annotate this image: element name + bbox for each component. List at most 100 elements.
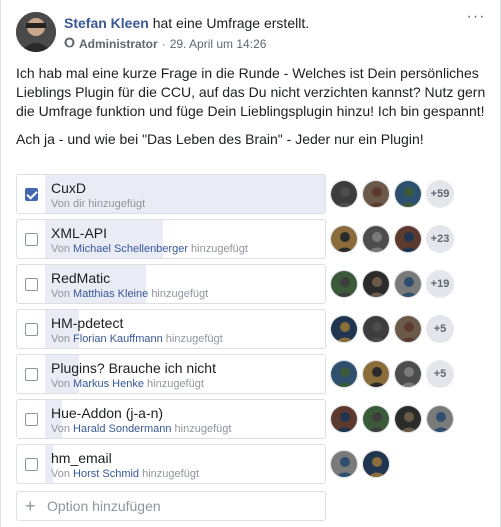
poll-option: XML-API Von Michael Schellenberger hinzug…: [16, 219, 486, 259]
added-by-suffix: hinzugefügt: [191, 243, 248, 255]
voter-avatar[interactable]: [330, 270, 358, 298]
added-by-name[interactable]: Michael Schellenberger: [73, 243, 188, 255]
option-label: XML-API: [51, 225, 108, 241]
poll-option: hm_email Von Horst Schmid hinzugefügt: [16, 444, 486, 484]
add-option-field[interactable]: +: [16, 491, 326, 521]
added-by-suffix: hinzugefügt: [165, 333, 223, 345]
more-voters-count[interactable]: +19: [426, 270, 454, 298]
added-by-suffix: hinzugefügt: [174, 423, 232, 435]
poll-option: CuxD Von dir hinzugefügt +59: [16, 174, 486, 214]
meta-separator: ·: [161, 37, 166, 51]
admin-shield-icon: [64, 37, 75, 51]
more-voters-count[interactable]: +5: [426, 315, 454, 343]
poll-option-box[interactable]: hm_email Von Horst Schmid hinzugefügt: [16, 444, 326, 484]
voter-avatars: [330, 405, 458, 433]
voter-avatars: +5: [330, 360, 454, 388]
poll-option: Hue-Addon (j-a-n) Von Harald Sondermann h…: [16, 399, 486, 439]
voter-avatar[interactable]: [330, 360, 358, 388]
plus-icon: +: [25, 496, 36, 516]
poll-option-box[interactable]: CuxD Von dir hinzugefügt: [16, 174, 326, 214]
added-by-suffix: hinzugefügt: [147, 378, 204, 390]
author-avatar[interactable]: [16, 12, 56, 52]
author-name[interactable]: Stefan Kleen: [64, 15, 149, 31]
added-by-suffix: hinzugefügt: [142, 468, 200, 480]
post-card: Stefan Kleen hat eine Umfrage erstellt. …: [0, 0, 501, 527]
voter-avatar[interactable]: [330, 225, 358, 253]
option-checkbox[interactable]: [25, 368, 38, 381]
post-header: Stefan Kleen hat eine Umfrage erstellt. …: [16, 9, 486, 56]
added-by-prefix: Von: [51, 288, 70, 300]
post-paragraph-1: Ich hab mal eine kurze Frage in die Rund…: [16, 65, 486, 119]
author-role: Administrator: [79, 37, 158, 51]
poll-option-box[interactable]: RedMatic Von Matthias Kleine hinzugefügt: [16, 264, 326, 304]
poll-option-box[interactable]: HM-pdetect Von Florian Kauffmann hinzugef…: [16, 309, 326, 349]
post-meta: Administrator · 29. April um 14:26: [64, 37, 266, 51]
voter-avatar[interactable]: [330, 450, 358, 478]
voter-avatars: +23: [330, 225, 454, 253]
author-line: Stefan Kleen hat eine Umfrage erstellt.: [64, 15, 309, 31]
added-by-name[interactable]: Harald Sondermann: [73, 423, 171, 435]
post-paragraph-2: Ach ja - und wie bei "Das Leben des Brai…: [16, 131, 424, 147]
voter-avatar[interactable]: [362, 360, 390, 388]
poll-option: RedMatic Von Matthias Kleine hinzugefügt +…: [16, 264, 486, 304]
option-added-by: Von Florian Kauffmann hinzugefügt: [51, 333, 223, 345]
author-action: hat eine Umfrage erstellt.: [152, 15, 310, 31]
poll-option: HM-pdetect Von Florian Kauffmann hinzugef…: [16, 309, 486, 349]
voter-avatar[interactable]: [394, 180, 422, 208]
voter-avatars: [330, 450, 394, 478]
added-by-suffix: hinzugefügt: [151, 288, 209, 300]
voter-avatar[interactable]: [362, 405, 390, 433]
poll-option: Plugins? Brauche ich nicht Von Markus Hen…: [16, 354, 486, 394]
added-by-name[interactable]: Matthias Kleine: [73, 288, 148, 300]
option-label: Plugins? Brauche ich nicht: [51, 360, 216, 376]
voter-avatar[interactable]: [362, 270, 390, 298]
option-checkbox[interactable]: [25, 413, 38, 426]
more-voters-count[interactable]: +23: [426, 225, 454, 253]
add-option-input[interactable]: [47, 492, 317, 520]
option-added-by: Von dir hinzugefügt: [51, 198, 145, 210]
voter-avatars: +5: [330, 315, 454, 343]
voter-avatar[interactable]: [330, 180, 358, 208]
option-label: RedMatic: [51, 270, 111, 286]
poll-option-box[interactable]: Hue-Addon (j-a-n) Von Harald Sondermann h…: [16, 399, 326, 439]
added-by-name[interactable]: Florian Kauffmann: [73, 333, 163, 345]
voter-avatar[interactable]: [330, 315, 358, 343]
option-checkbox[interactable]: [25, 188, 38, 201]
option-label: hm_email: [51, 450, 112, 466]
option-checkbox[interactable]: [25, 323, 38, 336]
voter-avatar[interactable]: [362, 180, 390, 208]
added-by-prefix: Von: [51, 333, 70, 345]
post-date[interactable]: 29. April um 14:26: [170, 37, 267, 51]
option-label: Hue-Addon (j-a-n): [51, 405, 164, 421]
option-label: CuxD: [51, 180, 87, 196]
option-checkbox[interactable]: [25, 278, 38, 291]
voter-avatar[interactable]: [362, 450, 390, 478]
voter-avatars: +59: [330, 180, 454, 208]
more-voters-count[interactable]: +59: [426, 180, 454, 208]
option-added-by: Von Markus Henke hinzugefügt: [51, 378, 204, 390]
voter-avatar[interactable]: [394, 405, 422, 433]
option-checkbox[interactable]: [25, 458, 38, 471]
voter-avatar[interactable]: [362, 225, 390, 253]
added-by-prefix: Von dir hinzugefügt: [51, 198, 146, 210]
voter-avatar[interactable]: [394, 225, 422, 253]
added-by-prefix: Von: [51, 243, 70, 255]
poll-options: CuxD Von dir hinzugefügt +59 XML-API Von Mic…: [16, 174, 486, 489]
poll-option-box[interactable]: Plugins? Brauche ich nicht Von Markus Hen…: [16, 354, 326, 394]
voter-avatar[interactable]: [426, 405, 454, 433]
added-by-prefix: Von: [51, 423, 70, 435]
added-by-prefix: Von: [51, 378, 70, 390]
added-by-name[interactable]: Horst Schmid: [73, 468, 139, 480]
option-added-by: Von Michael Schellenberger hinzugefügt: [51, 243, 248, 255]
added-by-name[interactable]: Markus Henke: [73, 378, 144, 390]
option-added-by: Von Harald Sondermann hinzugefügt: [51, 423, 231, 435]
more-voters-count[interactable]: +5: [426, 360, 454, 388]
voter-avatar[interactable]: [394, 270, 422, 298]
option-checkbox[interactable]: [25, 233, 38, 246]
voter-avatar[interactable]: [394, 360, 422, 388]
ellipsis-icon[interactable]: ···: [466, 9, 486, 28]
voter-avatar[interactable]: [362, 315, 390, 343]
poll-option-box[interactable]: XML-API Von Michael Schellenberger hinzug…: [16, 219, 326, 259]
voter-avatar[interactable]: [394, 315, 422, 343]
voter-avatar[interactable]: [330, 405, 358, 433]
